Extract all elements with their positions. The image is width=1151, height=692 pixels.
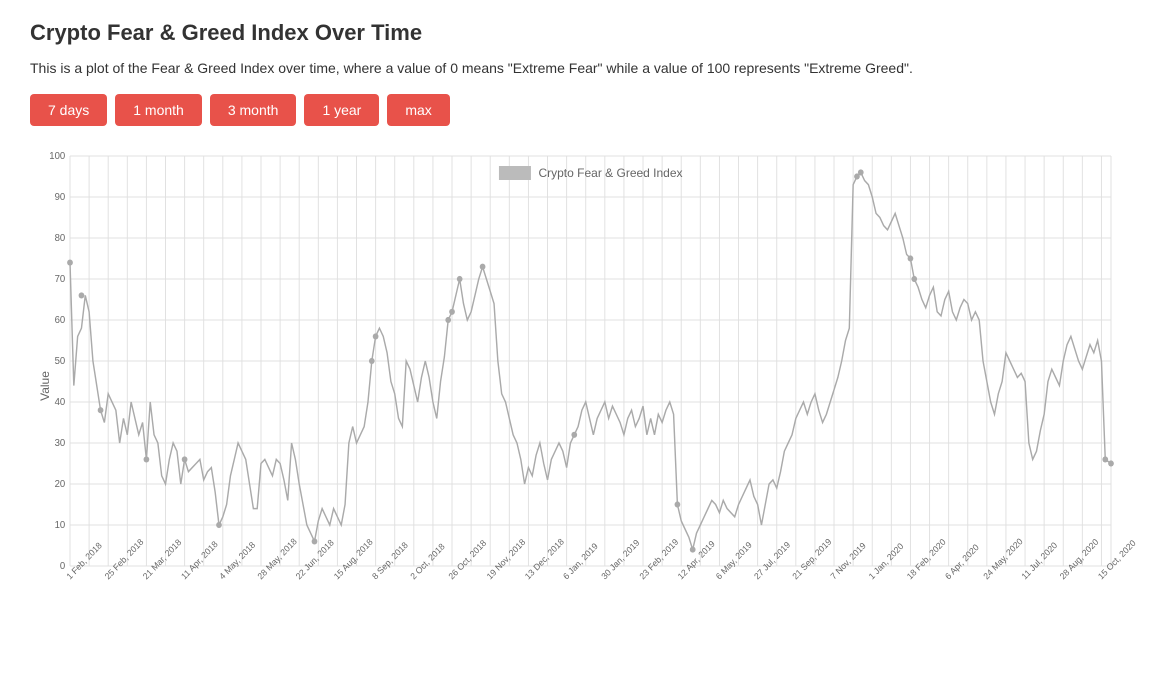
chart-container: Value Crypto Fear & Greed Index [30, 146, 1121, 626]
description: This is a plot of the Fear & Greed Index… [30, 60, 1121, 76]
btn-1month[interactable]: 1 month [115, 94, 202, 126]
svg-text:90: 90 [55, 192, 66, 203]
x-axis-labels: 1 Feb, 2018 25 Feb, 2018 21 Mar, 2018 11… [70, 566, 1111, 621]
legend: Crypto Fear & Greed Index [498, 166, 682, 180]
svg-text:0: 0 [60, 561, 66, 572]
svg-text:60: 60 [55, 315, 66, 326]
chart-svg: 0 10 20 30 40 50 60 70 80 90 100 [70, 156, 1111, 566]
legend-label: Crypto Fear & Greed Index [538, 166, 682, 180]
svg-text:20: 20 [55, 479, 66, 490]
btn-1year[interactable]: 1 year [304, 94, 379, 126]
svg-text:100: 100 [49, 151, 65, 162]
btn-max[interactable]: max [387, 94, 449, 126]
svg-text:80: 80 [55, 233, 66, 244]
svg-text:50: 50 [55, 356, 66, 367]
page-title: Crypto Fear & Greed Index Over Time [30, 20, 1121, 46]
chart-wrap: Value Crypto Fear & Greed Index [30, 146, 1121, 626]
svg-text:40: 40 [55, 397, 66, 408]
svg-text:30: 30 [55, 438, 66, 449]
svg-text:70: 70 [55, 274, 66, 285]
chart-inner: Crypto Fear & Greed Index 0 10 20 [70, 156, 1111, 566]
time-filter-group: 7 days 1 month 3 month 1 year max [30, 94, 1121, 126]
legend-color-box [498, 166, 530, 180]
btn-7days[interactable]: 7 days [30, 94, 107, 126]
y-axis-label: Value [38, 371, 52, 401]
svg-text:10: 10 [55, 520, 66, 531]
btn-3month[interactable]: 3 month [210, 94, 297, 126]
